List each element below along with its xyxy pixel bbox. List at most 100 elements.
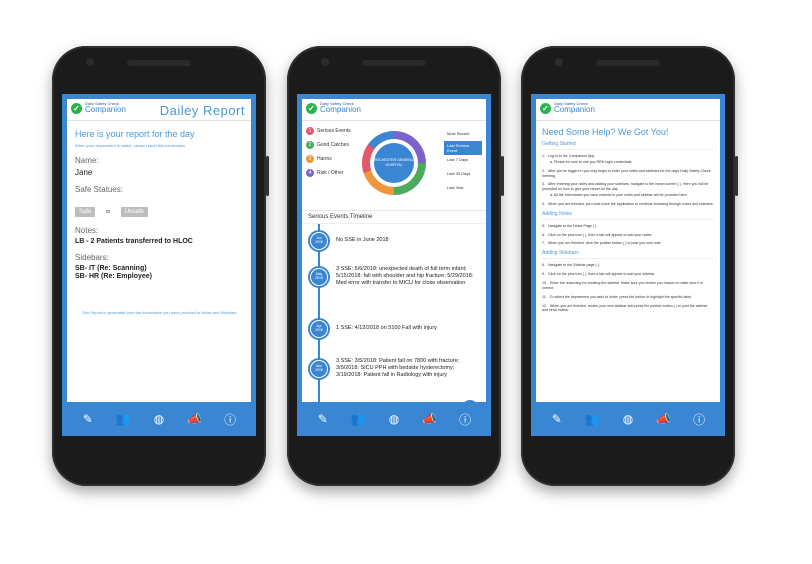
globe-icon[interactable]: ◍	[618, 409, 638, 429]
check-icon: ✓	[306, 102, 317, 114]
report-subtitle: When your department is called, please r…	[75, 143, 186, 148]
speaker	[362, 60, 426, 66]
notes-value: LB - 2 Patients transferred to HLOC	[75, 238, 193, 245]
legend-number: 3	[306, 155, 314, 163]
timeline-title: Serious Events Timeline	[302, 211, 486, 224]
help-substep: a. Please be sure to use you RRH login c…	[550, 159, 633, 164]
app-logo: ✓ Daily Safety Check Companion	[540, 102, 595, 114]
help-step: 9. Click on the plus icon ( ), then a tab…	[542, 272, 656, 277]
check-icon: ✓	[540, 102, 551, 114]
timeline-date: May 2018	[311, 269, 327, 285]
unsafe-button[interactable]: Unsafe	[120, 207, 148, 217]
camera	[86, 58, 94, 66]
megaphone-icon[interactable]: 📣	[420, 409, 440, 429]
timeline-item[interactable]: Apr 2018 1 SSE: 4/12/2018 on 5100 Fall wi…	[308, 318, 476, 340]
name-label: Name:	[75, 156, 99, 165]
camera	[321, 58, 329, 66]
sidebars-label: Sidebars:	[75, 253, 109, 262]
screen: ✓ Daily Safety Check Companion 1 Serious…	[297, 94, 491, 436]
globe-icon[interactable]: ◍	[384, 409, 404, 429]
help-card: ✓ Daily Safety Check Companion Need Some…	[536, 99, 720, 402]
step-text: Click on the plus icon ( ), then a tab w…	[548, 232, 653, 237]
report-footer: This Report is generated from the inform…	[81, 310, 237, 315]
screen: ✓ Daily Safety Check Companion Dailey Re…	[62, 94, 256, 436]
range-last-year[interactable]: Last Year	[444, 183, 482, 192]
users-icon[interactable]: 👥	[582, 409, 602, 429]
legend-risk-other[interactable]: 4 Risk / Other	[306, 169, 343, 177]
power-button	[735, 156, 738, 196]
timeline-text: 3 SSE: 5/6/2018: unexpected death of ful…	[336, 266, 474, 287]
notes-icon[interactable]: ✎	[547, 409, 567, 429]
screen: ✓ Daily Safety Check Companion Need Some…	[531, 94, 725, 436]
section-adding-sidebars: Adding Sidebars	[542, 250, 714, 260]
help-step: 10. Enter the reasoning for creating the …	[542, 280, 703, 290]
help-step: 2. After you've logged in you may begin t…	[542, 168, 711, 178]
megaphone-icon[interactable]: 📣	[654, 409, 674, 429]
or-text: or	[105, 209, 111, 215]
tab-bar: ✎ 👥 ◍ 📣 ⓘ	[531, 402, 725, 436]
range-last-serious-event[interactable]: Last Serious Event	[444, 141, 482, 155]
notes-icon[interactable]: ✎	[78, 409, 98, 429]
help-icon[interactable]: ⓘ	[689, 409, 709, 429]
step-text: Click on the plus icon ( ), then a tab w…	[548, 272, 656, 277]
megaphone-icon[interactable]: 📣	[185, 409, 205, 429]
logo-big-text: Companion	[320, 105, 361, 114]
notes-label: Notes:	[75, 226, 99, 235]
range-last-7-days[interactable]: Last 7 Days	[444, 155, 482, 164]
phone-report: ✓ Daily Safety Check Companion Dailey Re…	[52, 46, 269, 486]
legend-number: 1	[306, 127, 314, 135]
section-adding-notes: Adding Notes	[542, 211, 714, 220]
app-logo: ✓ Daily Safety Check Companion	[306, 102, 361, 114]
hospital-label: ROCHESTER GENERAL HOSPITAL	[374, 143, 414, 183]
legend-serious-events[interactable]: 1 Serious Events	[306, 127, 351, 135]
legend-good-catches[interactable]: 2 Good Catches	[306, 141, 349, 149]
help-step: 11. To select the department you wish to …	[542, 294, 693, 299]
speaker	[127, 60, 191, 66]
step-text: When you are finished, review your new s…	[542, 303, 708, 313]
timeline-item[interactable]: May 2018 3 SSE: 5/6/2018: unexpected deat…	[308, 266, 476, 288]
step-text: After entering your notes and adding you…	[542, 182, 709, 192]
step-text: After you've logged in you may begin to …	[542, 168, 711, 178]
help-icon[interactable]: ⓘ	[220, 409, 240, 429]
timeline-item[interactable]: Jun 2018 No SSE in June 2018	[308, 230, 476, 252]
check-icon: ✓	[71, 102, 82, 114]
report-intro: Here is your report for the day	[75, 129, 195, 139]
name-value: Jane	[75, 168, 93, 177]
help-title: Need Some Help? We Got You!	[542, 127, 669, 137]
legend-label: Serious Events	[317, 128, 351, 134]
help-step: 8. Navigate to the Sidebar page ( ).	[542, 263, 600, 268]
globe-icon[interactable]: ◍	[149, 409, 169, 429]
page-title: Dailey Report	[159, 103, 245, 118]
step-text: Log in to the Companion App.	[548, 154, 596, 158]
step-text: When you are finished, click the publish…	[548, 241, 662, 246]
step-text: Navigate to the Notes Page ( ).	[548, 223, 598, 228]
range-last-30-days[interactable]: Last 30 Days	[444, 169, 482, 178]
legend-label: Risk / Other	[317, 170, 344, 176]
range-most-recent[interactable]: Most Recent	[444, 129, 482, 138]
safe-status-label: Safe Statues:	[75, 185, 124, 194]
legend-harms[interactable]: 3 Harms	[306, 155, 332, 163]
sidebar-item: SB- HR (Re: Employee)	[75, 273, 153, 280]
legend-label: Good Catches	[317, 142, 349, 148]
users-icon[interactable]: 👥	[113, 409, 133, 429]
users-icon[interactable]: 👥	[348, 409, 368, 429]
report-body: Here is your report for the day When you…	[67, 121, 251, 324]
app-logo: ✓ Daily Safety Check Companion	[71, 102, 126, 114]
app-header: ✓ Daily Safety Check Companion	[302, 99, 486, 121]
section-getting-started: Getting Started	[542, 141, 714, 150]
help-body: Need Some Help? We Got You! Getting Star…	[536, 121, 720, 319]
help-step: 12. When you are finished, review your ne…	[542, 303, 708, 313]
help-step: 7. When you are finished, click the publi…	[542, 241, 662, 246]
timeline-date: Jun 2018	[311, 233, 327, 249]
safe-button[interactable]: Safe	[75, 207, 96, 217]
help-icon[interactable]: ⓘ	[455, 409, 475, 429]
timeline-date: Apr 2018	[311, 321, 327, 337]
notes-icon[interactable]: ✎	[313, 409, 333, 429]
phone-help: ✓ Daily Safety Check Companion Need Some…	[521, 46, 738, 486]
legend-label: Harms	[317, 156, 332, 162]
help-step: 3. After entering your notes and adding y…	[542, 182, 709, 192]
timeline-date: Mar 2018	[311, 361, 327, 377]
speaker	[596, 60, 660, 66]
app-header: ✓ Daily Safety Check Companion Dailey Re…	[67, 99, 251, 121]
timeline-item[interactable]: Mar 2018 3 SSE: 3/5/2018: Patient fall on…	[308, 358, 476, 380]
